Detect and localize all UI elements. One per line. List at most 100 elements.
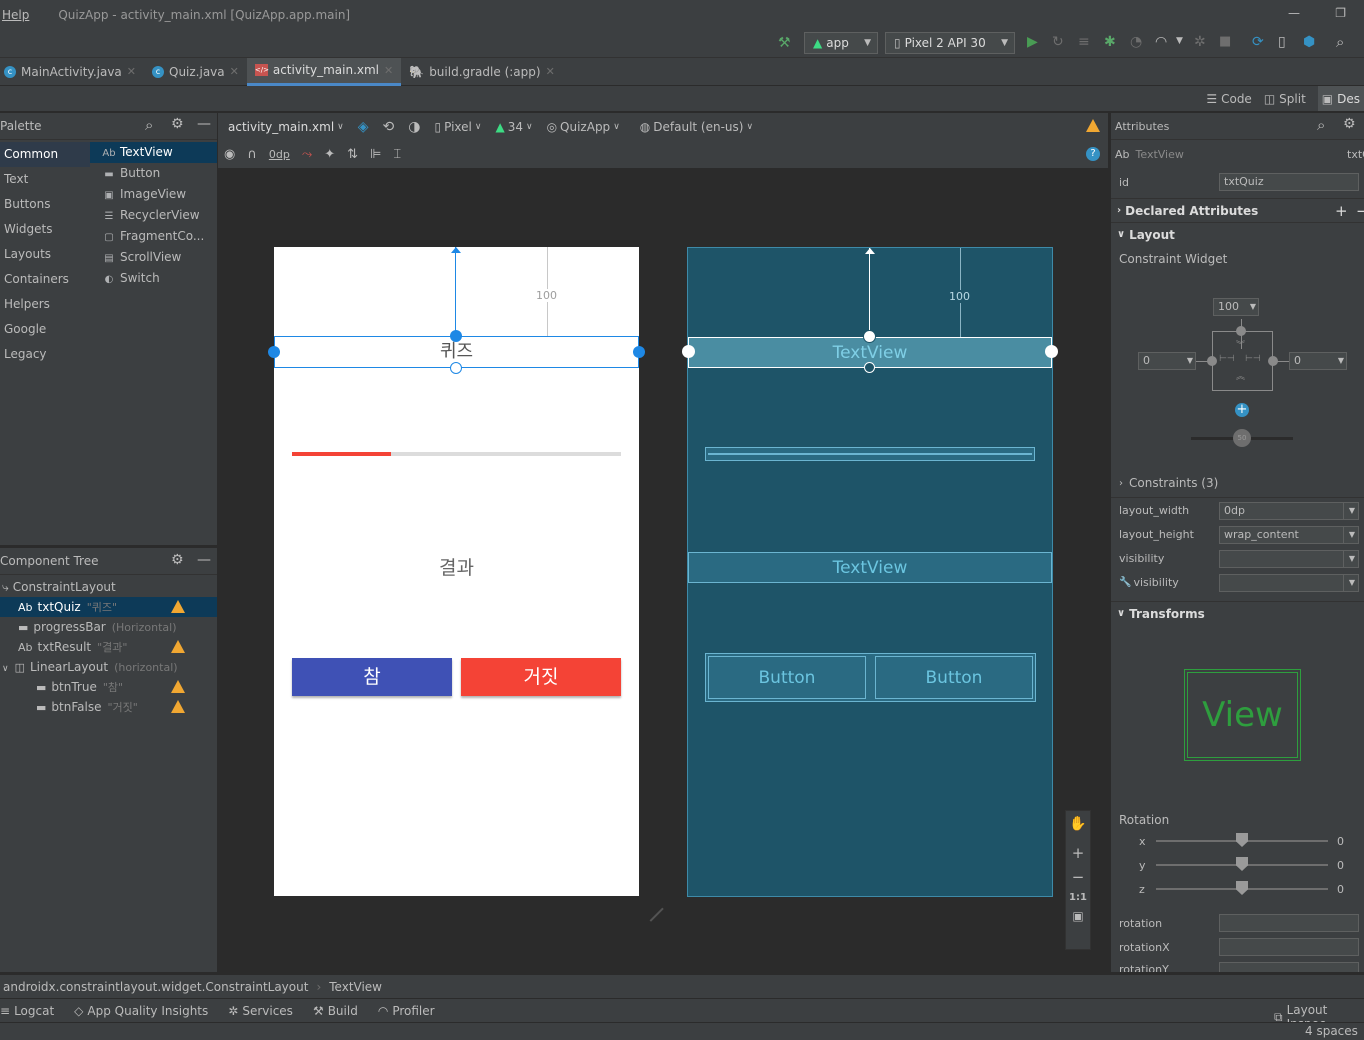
- gear-icon[interactable]: ⚙: [171, 552, 184, 568]
- anchor-right[interactable]: [1045, 345, 1058, 358]
- anchor-left[interactable]: [682, 345, 695, 358]
- blueprint-linearlayout[interactable]: Button Button: [705, 653, 1036, 702]
- width-match-icon[interactable]: ⊢⊣: [1219, 354, 1235, 364]
- tab-build-gradle[interactable]: 🐘 build.gradle (:app) ✕: [401, 58, 563, 86]
- breadcrumb-item[interactable]: TextView: [329, 980, 382, 994]
- logcat-tool[interactable]: ≡ Logcat: [0, 1004, 54, 1018]
- sdk-manager-icon[interactable]: ⬢: [1303, 34, 1315, 50]
- rot-y-thumb[interactable]: [1236, 857, 1248, 871]
- layout-height-field[interactable]: wrap_content ▼: [1219, 526, 1359, 544]
- tab-mainactivity[interactable]: c MainActivity.java ✕: [0, 58, 144, 86]
- profile-icon[interactable]: ◠: [1155, 34, 1167, 50]
- search-icon[interactable]: ⌕: [1317, 116, 1325, 134]
- attach-process-icon[interactable]: ✲: [1194, 34, 1206, 50]
- blueprint-button-1[interactable]: Button: [708, 656, 866, 699]
- apply-code-icon[interactable]: ≡: [1078, 34, 1090, 50]
- blueprint-preview[interactable]: 100 TextView TextView Button Button: [682, 247, 1058, 897]
- layers-icon[interactable]: ◈: [358, 119, 369, 135]
- search-icon[interactable]: ⌕: [1336, 33, 1344, 51]
- rotationy-field[interactable]: [1219, 962, 1359, 972]
- blueprint-button-2[interactable]: Button: [875, 656, 1033, 699]
- device-preview-selector[interactable]: ▯ Pixel ∨: [434, 120, 481, 134]
- device-selector[interactable]: ▯ Pixel 2 API 30 ▼: [885, 32, 1015, 54]
- palette-item-textview[interactable]: Ab TextView: [90, 142, 217, 163]
- profiler-tool[interactable]: ◠ Profiler: [378, 1004, 435, 1018]
- category-google[interactable]: Google: [0, 317, 90, 342]
- attach-debugger-icon[interactable]: ◔: [1130, 34, 1142, 50]
- anchor-top[interactable]: [863, 330, 876, 343]
- tree-node-txtquiz[interactable]: Ab txtQuiz "퀴즈": [0, 597, 217, 617]
- run-icon[interactable]: ▶: [1027, 34, 1038, 50]
- anchor-bottom[interactable]: [864, 362, 875, 373]
- clear-constraints-icon[interactable]: ⤳: [302, 147, 312, 162]
- width-match-icon[interactable]: ⊢⊣: [1245, 354, 1261, 364]
- rotationx-field[interactable]: [1219, 938, 1359, 956]
- tree-node-txtresult[interactable]: Ab txtResult "결과": [0, 637, 217, 657]
- gear-icon[interactable]: ⚙: [1343, 116, 1356, 132]
- design-mode-button[interactable]: ▣ Des: [1317, 86, 1364, 111]
- palette-item-scrollview[interactable]: ▤ ScrollView: [90, 247, 217, 268]
- add-constraint-icon[interactable]: +: [1235, 403, 1249, 417]
- palette-item-button[interactable]: ▬ Button: [90, 163, 217, 184]
- warning-icon[interactable]: [171, 700, 185, 713]
- tree-node-constraintlayout[interactable]: ⤷ ConstraintLayout: [0, 577, 217, 597]
- category-buttons[interactable]: Buttons: [0, 192, 90, 217]
- palette-item-recyclerview[interactable]: ☰ RecyclerView: [90, 205, 217, 226]
- id-field[interactable]: txtQuiz: [1219, 173, 1359, 191]
- close-icon[interactable]: ✕: [384, 64, 393, 77]
- search-icon[interactable]: ⌕: [145, 116, 153, 134]
- infer-constraints-icon[interactable]: ✦: [324, 147, 335, 162]
- top-margin-field[interactable]: 100 ▼: [1213, 298, 1259, 316]
- anchor-left[interactable]: [1207, 356, 1217, 366]
- tab-activity-main[interactable]: </> activity_main.xml ✕: [246, 57, 402, 86]
- category-text[interactable]: Text: [0, 167, 90, 192]
- anchor-bottom[interactable]: [450, 362, 462, 374]
- run-config-selector[interactable]: ▲ app ▼: [804, 32, 878, 54]
- layout-width-field[interactable]: 0dp ▼: [1219, 502, 1359, 520]
- orientation-icon[interactable]: ⟲: [383, 119, 395, 135]
- hammer-icon[interactable]: ⚒: [778, 35, 791, 51]
- stop-icon[interactable]: ■: [1219, 34, 1231, 49]
- rotation-field[interactable]: [1219, 914, 1359, 932]
- file-selector[interactable]: activity_main.xml ∨: [228, 120, 344, 134]
- magnet-icon[interactable]: ∩: [247, 147, 257, 162]
- menu-help[interactable]: Help: [2, 8, 29, 22]
- visibility-field[interactable]: ▼: [1219, 550, 1359, 568]
- tree-node-progressbar[interactable]: ▬ progressBar (Horizontal): [0, 617, 217, 637]
- false-button[interactable]: 거짓: [461, 658, 621, 696]
- chevron-down-icon[interactable]: ∨: [2, 664, 9, 674]
- theme-selector[interactable]: ◎ QuizApp ∨: [547, 120, 620, 134]
- right-margin-field[interactable]: 0 ▼: [1289, 352, 1347, 370]
- code-mode-button[interactable]: ☰ Code: [1206, 92, 1252, 106]
- zoom-in-icon[interactable]: +: [1066, 844, 1090, 862]
- locale-selector[interactable]: ◍ Default (en-us) ∨: [640, 120, 753, 134]
- transforms-section[interactable]: ∨ Transforms: [1111, 601, 1364, 625]
- category-layouts[interactable]: Layouts: [0, 242, 90, 267]
- chevron-down-icon[interactable]: ▼: [1176, 36, 1183, 46]
- tree-node-btnfalse[interactable]: ▬ btnFalse "거짓": [0, 697, 217, 717]
- anchor-right[interactable]: [633, 346, 645, 358]
- add-icon[interactable]: +: [1335, 199, 1348, 223]
- declared-attributes-section[interactable]: › Declared Attributes + −: [1111, 198, 1364, 222]
- palette-item-imageview[interactable]: ▣ ImageView: [90, 184, 217, 205]
- tree-node-btntrue[interactable]: ▬ btnTrue "참": [0, 677, 217, 697]
- category-widgets[interactable]: Widgets: [0, 217, 90, 242]
- minimize-icon[interactable]: —: [197, 552, 211, 568]
- close-icon[interactable]: ✕: [546, 65, 555, 78]
- pack-icon[interactable]: ⇅: [347, 147, 358, 162]
- true-button[interactable]: 참: [292, 658, 452, 696]
- gear-icon[interactable]: ⚙: [171, 116, 184, 132]
- split-mode-button[interactable]: ◫ Split: [1264, 92, 1306, 106]
- zoom-actual-size[interactable]: 1:1: [1066, 892, 1090, 903]
- category-helpers[interactable]: Helpers: [0, 292, 90, 317]
- zoom-fit-icon[interactable]: ▣: [1066, 909, 1090, 923]
- rot-z-thumb[interactable]: [1236, 881, 1248, 895]
- bias-thumb[interactable]: 50: [1233, 429, 1251, 447]
- app-quality-tool[interactable]: ◇ App Quality Insights: [74, 1004, 208, 1018]
- anchor-top[interactable]: [450, 330, 462, 342]
- layout-section[interactable]: ∨ Layout: [1111, 222, 1364, 246]
- breadcrumb-item[interactable]: androidx.constraintlayout.widget.Constra…: [3, 980, 308, 994]
- warning-icon[interactable]: [1086, 119, 1100, 132]
- tab-quiz[interactable]: c Quiz.java ✕: [144, 58, 247, 86]
- category-common[interactable]: Common: [0, 142, 90, 167]
